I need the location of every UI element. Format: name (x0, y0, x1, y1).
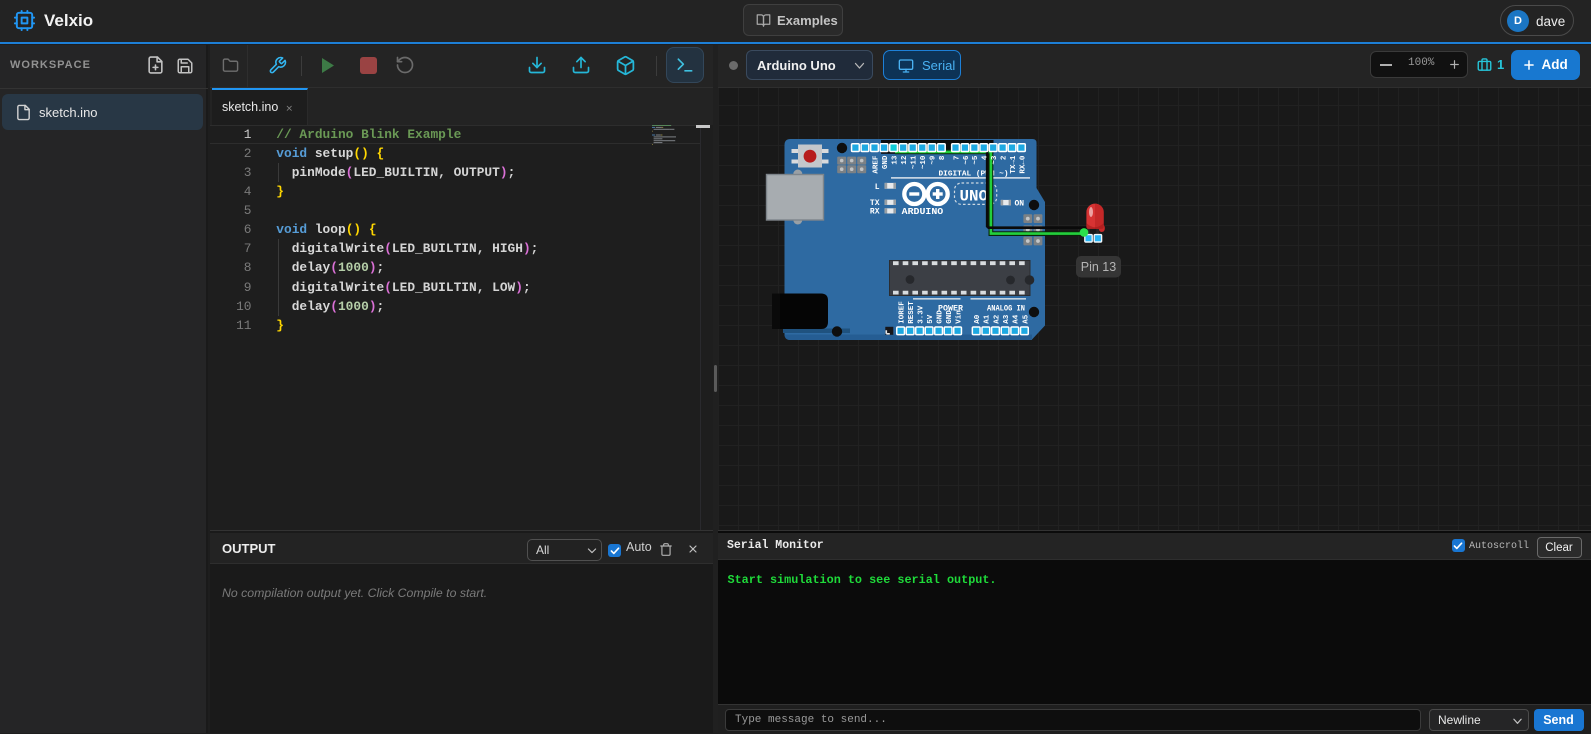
svg-text:3.3V: 3.3V (918, 305, 926, 324)
svg-text:~5: ~5 (972, 155, 980, 165)
svg-text:GND: GND (937, 310, 945, 324)
svg-text:7: 7 (953, 156, 961, 161)
svg-text:A3: A3 (1003, 314, 1011, 324)
svg-text:~11: ~11 (911, 155, 919, 169)
svg-text:~3: ~3 (991, 155, 999, 165)
svg-text:ON: ON (1015, 200, 1025, 209)
svg-text:12: 12 (901, 155, 909, 165)
svg-text:~10: ~10 (920, 155, 928, 169)
svg-text:UNO: UNO (960, 187, 989, 205)
svg-text:DIGITAL (PWM ~): DIGITAL (PWM ~) (939, 170, 1009, 178)
svg-text:~6: ~6 (963, 155, 971, 165)
svg-text:Vin: Vin (956, 310, 964, 324)
svg-text:A4: A4 (1013, 314, 1021, 324)
svg-text:A2: A2 (993, 314, 1001, 324)
svg-text:8: 8 (939, 155, 947, 160)
svg-text:RESET: RESET (908, 301, 916, 324)
svg-text:A0: A0 (974, 314, 982, 324)
svg-text:GND: GND (882, 155, 890, 169)
svg-text:5V: 5V (927, 314, 935, 324)
svg-text:RX: RX (870, 208, 880, 217)
svg-text:L: L (875, 183, 880, 192)
svg-text:2: 2 (1001, 155, 1009, 160)
svg-text:GND: GND (946, 310, 954, 324)
svg-text:RX←0: RX←0 (1019, 155, 1027, 174)
svg-text:IOREF: IOREF (899, 301, 907, 324)
svg-text:Pin 13: Pin 13 (1081, 260, 1116, 274)
svg-text:4: 4 (982, 155, 990, 160)
svg-text:AREF: AREF (872, 155, 880, 174)
svg-text:~9: ~9 (930, 155, 938, 165)
svg-text:TX→1: TX→1 (1010, 155, 1018, 174)
svg-text:A1: A1 (984, 314, 992, 324)
svg-text:A5: A5 (1022, 314, 1030, 324)
svg-text:13: 13 (892, 155, 900, 165)
svg-text:ANALOG IN: ANALOG IN (987, 304, 1025, 313)
svg-text:ARDUINO: ARDUINO (902, 206, 944, 217)
